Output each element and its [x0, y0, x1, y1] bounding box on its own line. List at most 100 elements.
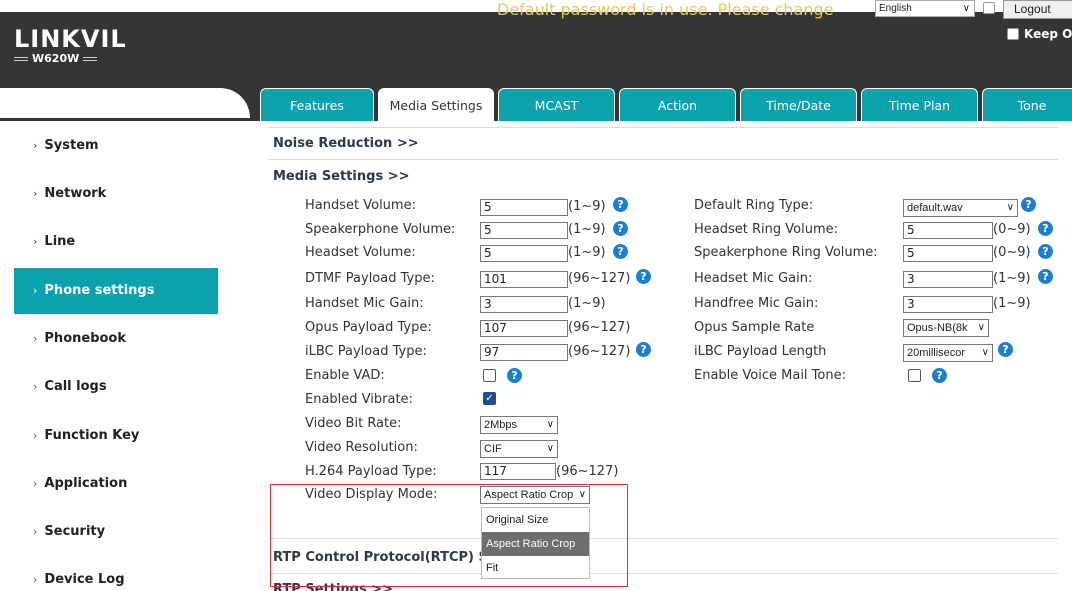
- chevron-right-icon: ›: [33, 429, 38, 442]
- h264-payload-label: H.264 Payload Type:: [305, 464, 437, 479]
- dtmf-payload-label: DTMF Payload Type:: [305, 271, 435, 286]
- logo: LINKVIL W620W: [14, 26, 127, 65]
- chevron-right-icon: ›: [33, 525, 38, 538]
- enabled-vibrate-checkbox[interactable]: ✓: [483, 392, 496, 405]
- logout-button[interactable]: Logout: [1003, 0, 1072, 19]
- tab-mcast[interactable]: MCAST: [498, 88, 615, 121]
- ilbc-payload-range: (96~127): [568, 344, 631, 359]
- ilbc-payload-label: iLBC Payload Type:: [305, 344, 427, 359]
- h264-payload-input[interactable]: 117: [480, 463, 556, 480]
- sidebar-top: [0, 88, 250, 118]
- opus-payload-input[interactable]: 107: [480, 320, 568, 337]
- video-resolution-select[interactable]: CIF ∨: [480, 440, 558, 458]
- help-icon[interactable]: ?: [998, 342, 1013, 357]
- dropdown-option-fit[interactable]: Fit: [482, 556, 589, 580]
- tab-time-date[interactable]: Time/Date: [740, 88, 857, 121]
- enabled-vibrate-label: Enabled Vibrate:: [305, 392, 413, 407]
- sidebar-item-call-logs[interactable]: › Call logs: [0, 364, 218, 410]
- headset-mic-gain-input[interactable]: 3: [903, 271, 993, 288]
- tab-media-settings[interactable]: Media Settings: [378, 88, 494, 121]
- headset-ring-volume-input[interactable]: 5: [903, 222, 993, 239]
- help-icon[interactable]: ?: [613, 221, 628, 236]
- headset-ring-volume-label: Headset Ring Volume:: [694, 222, 838, 237]
- handfree-mic-gain-range: (1~9): [993, 296, 1031, 311]
- help-icon[interactable]: ?: [1021, 197, 1036, 212]
- chevron-down-icon: ∨: [1006, 200, 1014, 216]
- help-icon[interactable]: ?: [1038, 269, 1053, 284]
- logo-model: W620W: [32, 52, 80, 65]
- sidebar-item-function-key[interactable]: › Function Key: [0, 413, 218, 459]
- ilbc-payload-input[interactable]: 97: [480, 344, 568, 361]
- chevron-down-icon: ∨: [546, 417, 554, 433]
- speakerphone-ring-volume-input[interactable]: 5: [903, 245, 993, 262]
- video-display-mode-dropdown: Original Size Aspect Ratio Crop Fit: [481, 507, 590, 579]
- headset-ring-volume-range: (0~9): [993, 222, 1031, 237]
- tab-time-plan[interactable]: Time Plan: [861, 88, 978, 121]
- help-icon[interactable]: ?: [1038, 221, 1053, 236]
- keep-online-checkbox[interactable]: [1007, 28, 1019, 40]
- video-display-mode-label: Video Display Mode:: [305, 487, 438, 502]
- header-checkbox[interactable]: [983, 2, 995, 14]
- sidebar-item-system[interactable]: › System: [0, 123, 218, 169]
- dropdown-option-original-size[interactable]: Original Size: [482, 508, 589, 532]
- enable-voice-mail-tone-checkbox[interactable]: [908, 369, 921, 382]
- help-icon[interactable]: ?: [1038, 244, 1053, 259]
- chevron-right-icon: ›: [33, 380, 38, 393]
- video-bit-rate-select[interactable]: 2Mbps ∨: [480, 416, 558, 434]
- default-password-warning: Default password is in use. Please chang…: [497, 0, 834, 19]
- help-icon[interactable]: ?: [636, 342, 651, 357]
- handset-volume-input[interactable]: 5: [480, 199, 568, 216]
- speakerphone-volume-input[interactable]: 5: [480, 222, 568, 239]
- sidebar-item-network[interactable]: › Network: [0, 171, 218, 217]
- video-bit-rate-label: Video Bit Rate:: [305, 416, 402, 431]
- opus-payload-range: (96~127): [568, 320, 631, 335]
- video-display-mode-select[interactable]: Aspect Ratio Crop ∨: [480, 486, 590, 504]
- sidebar-item-phone-settings[interactable]: › Phone settings: [14, 268, 218, 314]
- language-select[interactable]: English ∨: [875, 0, 975, 17]
- handset-volume-range: (1~9): [568, 199, 606, 214]
- help-icon[interactable]: ?: [932, 368, 947, 383]
- chevron-right-icon: ›: [33, 332, 38, 345]
- handfree-mic-gain-input[interactable]: 3: [903, 296, 993, 313]
- section-rtcp[interactable]: RTP Control Protocol(RTCP) Se: [273, 550, 497, 565]
- dtmf-payload-range: (96~127): [568, 271, 631, 286]
- ilbc-payload-length-select[interactable]: 20millisecor ∨: [903, 344, 993, 362]
- help-icon[interactable]: ?: [613, 244, 628, 259]
- opus-sample-rate-select[interactable]: Opus-NB(8k ∨: [903, 319, 989, 337]
- opus-sample-rate-label: Opus Sample Rate: [694, 320, 815, 335]
- default-ring-type-label: Default Ring Type:: [694, 198, 814, 213]
- sidebar-item-line[interactable]: › Line: [0, 219, 218, 265]
- sidebar-item-security[interactable]: › Security: [0, 509, 218, 555]
- speakerphone-volume-range: (1~9): [568, 222, 606, 237]
- chevron-right-icon: ›: [33, 573, 38, 586]
- help-icon[interactable]: ?: [636, 269, 651, 284]
- sidebar-item-phonebook[interactable]: › Phonebook: [0, 316, 218, 362]
- tab-action[interactable]: Action: [619, 88, 736, 121]
- divider: [268, 159, 1058, 160]
- section-media-settings[interactable]: Media Settings >>: [273, 169, 410, 184]
- default-ring-type-select[interactable]: default.wav ∨: [903, 199, 1018, 217]
- ilbc-payload-length-label: iLBC Payload Length: [694, 344, 827, 359]
- dropdown-option-aspect-ratio-crop[interactable]: Aspect Ratio Crop: [482, 532, 589, 556]
- enable-vad-checkbox[interactable]: [483, 369, 496, 382]
- help-icon[interactable]: ?: [507, 368, 522, 383]
- opus-payload-label: Opus Payload Type:: [305, 320, 432, 335]
- keep-online-label: Keep O: [1024, 27, 1072, 41]
- speakerphone-ring-volume-range: (0~9): [993, 245, 1031, 260]
- headset-volume-input[interactable]: 5: [480, 245, 568, 262]
- enable-vad-label: Enable VAD:: [305, 368, 385, 383]
- tab-tone[interactable]: Tone: [982, 88, 1072, 121]
- handset-mic-gain-label: Handset Mic Gain:: [305, 296, 424, 311]
- tab-features[interactable]: Features: [260, 88, 374, 121]
- speakerphone-ring-volume-label: Speakerphone Ring Volume:: [694, 245, 878, 260]
- chevron-down-icon: ∨: [977, 320, 985, 336]
- chevron-down-icon: ∨: [981, 345, 989, 361]
- chevron-down-icon: ∨: [578, 487, 586, 503]
- section-rtp-settings[interactable]: RTP Settings >>: [273, 582, 393, 591]
- sidebar-item-application[interactable]: › Application: [0, 461, 218, 507]
- section-noise-reduction[interactable]: Noise Reduction >>: [273, 136, 419, 151]
- dtmf-payload-input[interactable]: 101: [480, 271, 568, 288]
- sidebar-item-device-log[interactable]: › Device Log: [0, 557, 218, 591]
- handset-mic-gain-input[interactable]: 3: [480, 296, 568, 313]
- help-icon[interactable]: ?: [613, 197, 628, 212]
